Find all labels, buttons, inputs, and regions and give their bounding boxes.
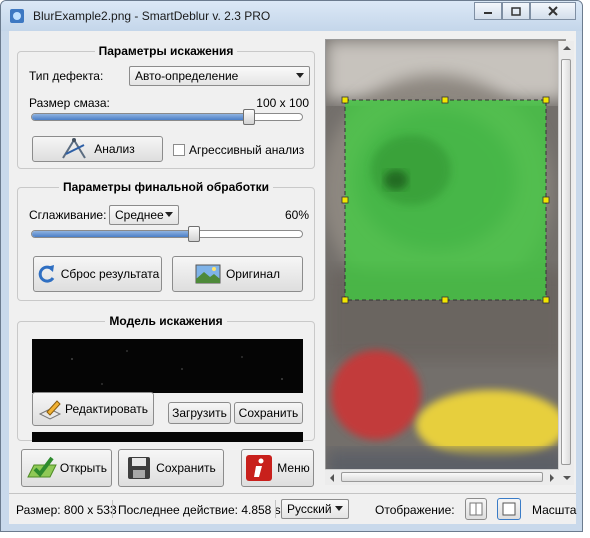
maximize-icon <box>511 6 521 16</box>
save-button[interactable]: Сохранить <box>118 449 224 487</box>
model-group-title: Модель искажения <box>105 314 227 328</box>
original-label: Оригинал <box>225 267 281 281</box>
blurred-photo <box>326 40 565 484</box>
split-view-button[interactable] <box>465 498 487 520</box>
chevron-down-icon <box>335 506 343 511</box>
reset-result-label: Сброс результата <box>60 267 160 281</box>
smoothing-slider-thumb[interactable] <box>188 226 201 242</box>
save-icon <box>128 457 151 479</box>
menu-icon <box>246 455 273 481</box>
reset-result-button[interactable]: Сброс результата <box>33 256 162 292</box>
chevron-down-icon <box>296 73 304 78</box>
defect-type-select[interactable]: Авто-определение <box>129 66 310 86</box>
menu-label: Меню <box>277 461 310 475</box>
horizontal-scroll-thumb[interactable] <box>341 472 543 482</box>
image-size-text: Размер: 800 x 533 <box>16 503 117 517</box>
display-label: Отображение: <box>375 503 455 517</box>
minimize-button[interactable] <box>474 2 502 20</box>
smoothing-label: Сглаживание: <box>29 208 107 222</box>
smoothing-slider-fill <box>32 231 194 237</box>
scroll-up-icon <box>563 46 571 50</box>
title-bar[interactable]: BlurExample2.png - SmartDeblur v. 2.3 PR… <box>1 1 582 31</box>
final-processing-group: Параметры финальной обработки Сглаживани… <box>17 180 315 301</box>
analyze-icon <box>62 138 87 159</box>
last-action-text: Последнее действие: 4.858 s <box>118 503 281 517</box>
model-preview-bottom <box>32 432 303 442</box>
distortion-group: Параметры искажения Тип дефекта: Авто-оп… <box>17 44 315 169</box>
save-label: Сохранить <box>156 461 216 475</box>
model-preview-top <box>32 339 303 393</box>
scroll-down-icon <box>563 476 571 480</box>
close-button[interactable] <box>530 2 576 20</box>
single-view-button[interactable] <box>497 498 521 520</box>
reset-icon <box>38 265 54 283</box>
defect-type-label: Тип дефекта: <box>29 69 104 83</box>
chevron-down-icon <box>165 212 173 217</box>
original-icon <box>195 264 221 284</box>
blur-size-slider[interactable] <box>31 113 303 121</box>
open-icon <box>27 456 57 478</box>
horizontal-scrollbar[interactable] <box>325 469 559 485</box>
single-view-icon <box>502 502 516 516</box>
blur-size-label: Размер смаза: <box>29 96 110 110</box>
save-model-label: Сохранить <box>238 406 299 420</box>
blur-size-slider-thumb[interactable] <box>242 109 255 125</box>
menu-button[interactable]: Меню <box>241 449 314 487</box>
status-bar: Размер: 800 x 533 Последнее действие: 4.… <box>9 493 576 524</box>
model-noise-image <box>71 350 283 385</box>
maximize-button[interactable] <box>502 2 530 20</box>
defect-type-value: Авто-определение <box>135 69 239 83</box>
analyze-button[interactable]: Анализ <box>32 136 163 162</box>
scale-label: Масшта <box>532 503 577 517</box>
distortion-group-title: Параметры искажения <box>94 44 238 58</box>
open-label: Открыть <box>59 461 108 475</box>
client-area: Параметры искажения Тип дефекта: Авто-оп… <box>9 31 576 524</box>
language-value: Русский <box>287 502 332 516</box>
smoothing-select[interactable]: Среднее <box>109 205 179 225</box>
blur-size-value: 100 x 100 <box>256 96 309 110</box>
close-icon <box>548 6 558 16</box>
edit-model-label: Редактировать <box>65 402 148 416</box>
smoothing-percent: 60% <box>284 208 309 222</box>
aggressive-checkbox[interactable] <box>173 144 185 156</box>
scroll-left-icon <box>330 474 334 482</box>
edit-icon <box>38 400 62 420</box>
load-model-label: Загрузить <box>172 406 227 420</box>
window-title: BlurExample2.png - SmartDeblur v. 2.3 PR… <box>33 9 271 23</box>
app-icon <box>10 9 24 23</box>
load-model-button[interactable]: Загрузить <box>168 402 231 424</box>
app-window: BlurExample2.png - SmartDeblur v. 2.3 PR… <box>0 0 583 532</box>
language-select[interactable]: Русский <box>281 499 349 519</box>
selection-area[interactable] <box>345 100 546 300</box>
save-model-button[interactable]: Сохранить <box>234 402 303 424</box>
final-processing-title: Параметры финальной обработки <box>58 180 274 194</box>
image-viewer[interactable] <box>325 39 566 485</box>
split-view-icon <box>469 502 483 516</box>
smoothing-value: Среднее <box>115 208 164 222</box>
original-button[interactable]: Оригинал <box>172 256 303 292</box>
open-button[interactable]: Открыть <box>21 449 112 487</box>
blur-size-slider-fill <box>32 114 248 120</box>
analyze-label: Анализ <box>94 142 135 156</box>
minimize-icon <box>484 12 492 14</box>
edit-model-button[interactable]: Редактировать <box>32 392 154 426</box>
scroll-right-icon <box>550 474 554 482</box>
smoothing-slider[interactable] <box>31 230 303 238</box>
vertical-scroll-thumb[interactable] <box>561 59 571 465</box>
vertical-scrollbar[interactable] <box>558 41 574 485</box>
model-group: Модель искажения Редактировать Загрузить <box>17 314 315 442</box>
aggressive-label: Агрессивный анализ <box>189 143 305 157</box>
